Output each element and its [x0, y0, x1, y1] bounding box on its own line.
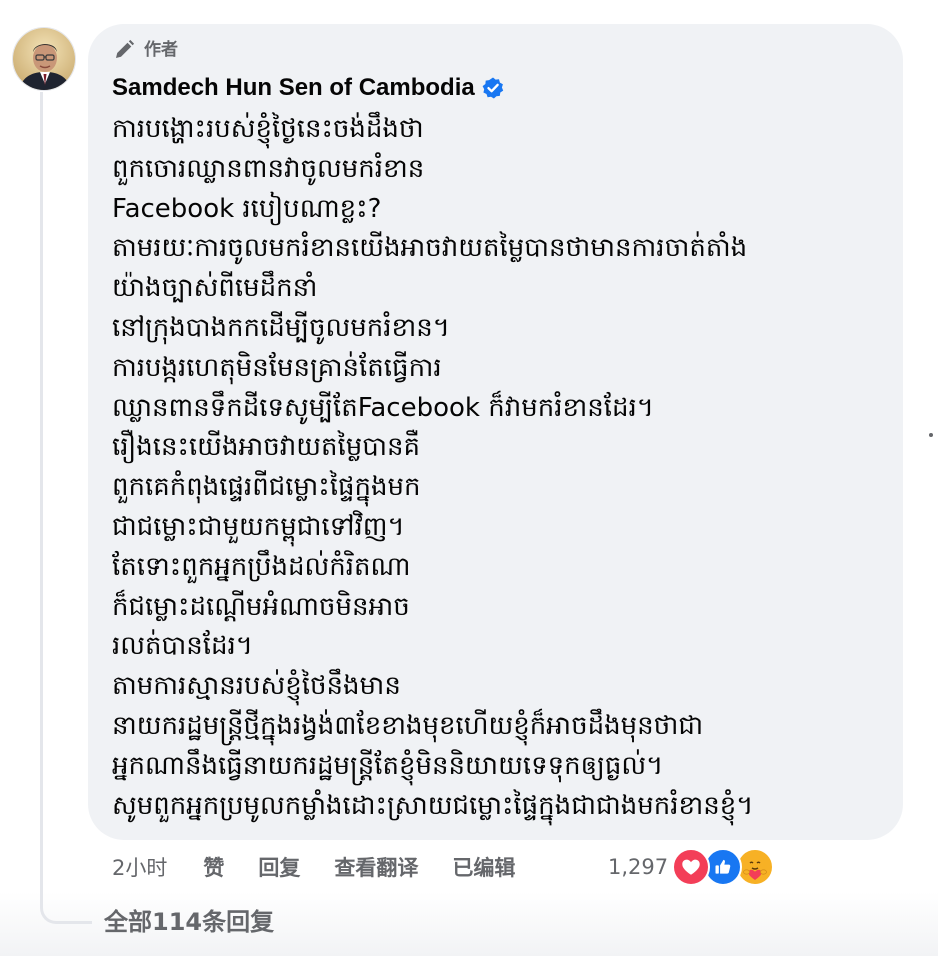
reactions-summary[interactable]: 1,297	[608, 847, 775, 887]
comment-line: អ្នកណានឹងធ្វើនាយករដ្ឋមន្រ្តីតែខ្ញុំមិននិ…	[112, 750, 664, 781]
comment-line: រលត់បានដែរ។	[112, 631, 253, 662]
author-badge: 作者	[112, 38, 178, 62]
comment-line: Facebook របៀបណាខ្លះ?	[112, 193, 382, 224]
author-badge-label: 作者	[144, 40, 178, 60]
comment-line: ពួកចោរឈ្លានពានវាចូលមករំខាន	[112, 153, 425, 184]
avatar-portrait-icon	[13, 28, 75, 90]
love-icon	[672, 848, 711, 886]
comment-line: ការបង្ហោះរបស់ខ្ញុំថ្ងៃនេះចង់ដឹងថា	[112, 114, 424, 144]
comment-line: ឈ្លានពានទឹកដីទេសូម្បីតែFacebook ក៏វាមករំ…	[112, 392, 654, 423]
comment-line: តាមរយៈការចូលមករំខានយើងអាចវាយតម្លៃបានថាមា…	[112, 233, 748, 264]
pencil-icon	[116, 39, 135, 58]
comment-line: នៅក្រុងបាងកកដើម្បីចូលមករំខាន។	[112, 312, 450, 343]
reply-button[interactable]: 回复	[258, 852, 300, 882]
comment-line: ពួកគេកំពុងផ្ទេរពីជម្លោះផ្ទៃក្នុងមក	[112, 472, 421, 503]
reply-thread-line	[40, 92, 92, 924]
comment-line: ជាជម្លោះជាមួយកម្ពុជាទៅវិញ។	[112, 511, 405, 542]
reaction-icons	[672, 848, 775, 886]
author-name-link[interactable]: Samdech Hun Sen of Cambodia	[112, 72, 475, 104]
comment-line: រឿងនេះយើងអាចវាយតម្លៃបានគឺ	[112, 432, 420, 463]
comment-line: យ៉ាងច្បាស់ពីមេដឹកនាំ	[112, 273, 318, 304]
edited-label[interactable]: 已编辑	[452, 852, 515, 882]
verified-badge-icon	[481, 76, 505, 100]
comment-line: សូមពួកអ្នកប្រមូលកម្លាំងដោះស្រាយជម្លោះផ្ទ…	[112, 790, 754, 821]
comment-actions: 2小时 赞 回复 查看翻译 已编辑	[112, 848, 549, 886]
like-button[interactable]: 赞	[203, 852, 224, 882]
comment-body: ការបង្ហោះរបស់ខ្ញុំថ្ងៃនេះចង់ដឹងថា ពួកចោរ…	[112, 110, 892, 826]
author-row: Samdech Hun Sen of Cambodia	[112, 72, 505, 104]
see-translation-button[interactable]: 查看翻译	[334, 852, 418, 882]
comment-line: ក៏ជម្លោះដណ្តើមអំណាចមិនអាច	[112, 591, 410, 622]
comment-page: 作者 Samdech Hun Sen of Cambodia ការបង្ហោះ…	[0, 0, 938, 956]
comment-line: ការបង្ករហេតុមិនមែនគ្រាន់តែធ្វើការ	[112, 352, 442, 383]
comment-line: តែទោះពួកអ្នកប្រឹងដល់កំរិតណា	[112, 551, 411, 582]
view-all-replies-link[interactable]: 全部114条回复	[104, 904, 274, 940]
reaction-count: 1,297	[608, 855, 669, 879]
timestamp-link[interactable]: 2小时	[112, 852, 167, 882]
comment-line: នាយករដ្ឋមន្រ្តីថ្មីក្នុងរង្វង់៣ខែខាងមុខហ…	[112, 710, 704, 741]
comment-line: តាមការស្មានរបស់ខ្ញុំថៃនឹងមាន	[112, 671, 401, 702]
author-avatar[interactable]	[12, 27, 76, 91]
more-options-dot[interactable]	[929, 433, 933, 437]
